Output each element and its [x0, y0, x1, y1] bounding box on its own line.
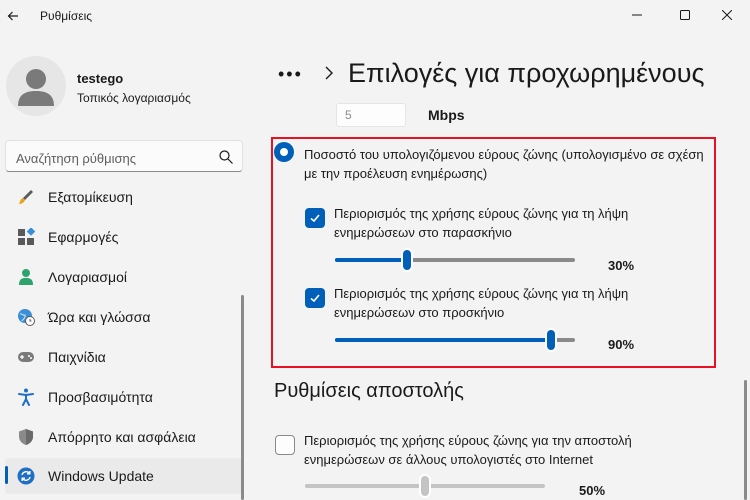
background-limit-checkbox[interactable]: [305, 208, 325, 228]
sidebar-item-privacy-security[interactable]: Απόρρητο και ασφάλεια: [5, 419, 243, 455]
sidebar-item-windows-update[interactable]: Windows Update: [5, 458, 243, 494]
slider-thumb[interactable]: [421, 476, 429, 496]
maximize-button[interactable]: [662, 0, 708, 30]
mbps-unit-label: Mbps: [428, 107, 465, 123]
minimize-icon: [632, 14, 642, 16]
percentage-option-label: Ποσοστό του υπολογιζόμενου εύρους ζώνης …: [304, 147, 704, 181]
slider-thumb[interactable]: [547, 330, 555, 350]
slider-fill: [335, 258, 407, 262]
shield-icon: [17, 428, 35, 446]
update-icon: [17, 467, 35, 485]
sidebar-item-accessibility[interactable]: Προσβασιμότητα: [5, 379, 243, 415]
maximize-icon: [680, 10, 690, 20]
app-title: Ρυθμίσεις: [40, 9, 93, 23]
sidebar-item-label: Εφαρμογές: [48, 229, 119, 245]
sidebar-item-label: Προσβασιμότητα: [48, 389, 153, 405]
apps-icon: [17, 228, 35, 246]
sidebar-item-label: Παιχνίδια: [48, 349, 106, 365]
upload-value: 50%: [579, 483, 606, 498]
close-button[interactable]: [704, 0, 750, 30]
main-scrollbar[interactable]: [744, 380, 747, 500]
globe-clock-icon: [17, 308, 35, 326]
sidebar-item-apps[interactable]: Εφαρμογές: [5, 219, 243, 255]
sidebar-item-gaming[interactable]: Παιχνίδια: [5, 339, 243, 375]
account-type: Τοπικός λογαριασμός: [77, 91, 191, 105]
chevron-right-icon: [325, 66, 333, 80]
foreground-limit-label: Περιορισμός της χρήσης εύρους ζώνης για …: [334, 286, 629, 320]
avatar[interactable]: [6, 56, 66, 116]
upload-slider[interactable]: [305, 476, 545, 496]
mbps-input[interactable]: 5: [336, 103, 406, 127]
user-name: testego: [77, 71, 124, 86]
sidebar-item-label: Windows Update: [48, 468, 154, 484]
sidebar-item-time-language[interactable]: Ώρα και γλώσσα: [5, 299, 243, 335]
accessibility-icon: [17, 388, 35, 406]
brush-icon: [17, 188, 35, 206]
back-arrow-icon: [7, 11, 18, 21]
sidebar-item-label: Απόρρητο και ασφάλεια: [48, 429, 196, 445]
close-icon: [722, 10, 732, 20]
checkmark-icon: [310, 294, 320, 303]
active-nav-indicator: [5, 466, 8, 484]
foreground-value: 90%: [608, 337, 635, 352]
slider-thumb[interactable]: [403, 250, 411, 270]
sidebar-item-personalization[interactable]: Εξατομίκευση: [5, 179, 243, 215]
search-input[interactable]: [14, 147, 218, 169]
background-limit-label: Περιορισμός της χρήσης εύρους ζώνης για …: [334, 206, 629, 240]
page-title: Επιλογές για προχωρημένους: [348, 58, 705, 88]
sidebar-item-label: Λογαριασμοί: [48, 269, 128, 285]
sidebar-item-label: Ώρα και γλώσσα: [48, 309, 151, 325]
sidebar-scrollbar[interactable]: [241, 295, 244, 500]
back-button[interactable]: [0, 0, 26, 32]
minimize-button[interactable]: [614, 0, 660, 30]
upload-section-title: Ρυθμίσεις αποστολής: [274, 380, 464, 402]
foreground-slider[interactable]: [335, 330, 575, 350]
person-icon: [17, 268, 35, 286]
percentage-radio[interactable]: [274, 142, 294, 162]
gamepad-icon: [17, 348, 35, 366]
breadcrumb-overflow-button[interactable]: •••: [278, 64, 303, 85]
background-slider[interactable]: [335, 250, 575, 270]
sidebar-item-label: Εξατομίκευση: [48, 189, 133, 205]
upload-limit-label: Περιορισμός της χρήσης εύρους ζώνης για …: [304, 433, 632, 467]
slider-fill: [335, 338, 551, 342]
foreground-limit-checkbox[interactable]: [305, 288, 325, 308]
slider-fill: [305, 484, 425, 488]
radio-dot: [280, 148, 288, 156]
upload-limit-checkbox[interactable]: [275, 435, 295, 455]
checkmark-icon: [310, 214, 320, 223]
search-box[interactable]: [5, 140, 243, 172]
user-avatar-icon: [18, 69, 54, 106]
background-value: 30%: [608, 258, 635, 273]
search-icon[interactable]: [218, 149, 234, 165]
sidebar-item-accounts[interactable]: Λογαριασμοί: [5, 259, 243, 295]
